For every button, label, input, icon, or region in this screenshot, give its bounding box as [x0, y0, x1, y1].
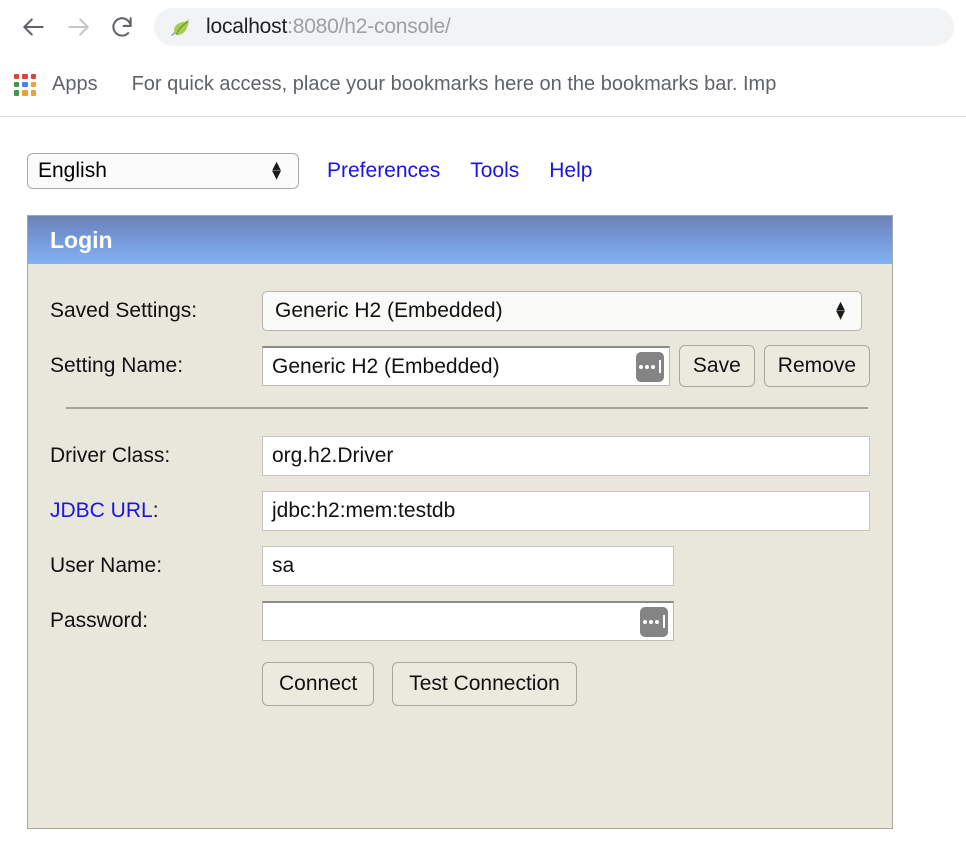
autofill-caret — [663, 615, 665, 628]
test-connection-button[interactable]: Test Connection — [392, 662, 577, 706]
panel-title: Login — [50, 226, 113, 253]
autofill-caret — [658, 360, 661, 373]
user-name-value: sa — [272, 554, 295, 577]
arrow-left-icon — [21, 14, 47, 40]
setting-name-label: Setting Name: — [50, 354, 184, 377]
apps-dot — [22, 81, 28, 88]
url-text: localhost:8080/h2-console/ — [206, 15, 451, 39]
language-select[interactable]: English ▲ ▼ — [27, 153, 299, 189]
url-host: localhost — [206, 14, 288, 38]
setting-name-input[interactable]: Generic H2 (Embedded) — [262, 346, 670, 386]
autofill-dot — [649, 619, 653, 624]
back-button[interactable] — [12, 5, 56, 49]
nav-link-help[interactable]: Help — [549, 159, 592, 183]
spring-leaf-favicon — [170, 16, 192, 38]
bookmarks-bar: Apps For quick access, place your bookma… — [0, 53, 966, 117]
apps-dot — [30, 73, 36, 79]
nav-link-preferences[interactable]: Preferences — [327, 159, 440, 183]
address-bar[interactable]: localhost:8080/h2-console/ — [154, 7, 954, 46]
autofill-dot — [655, 619, 659, 624]
setting-name-value: Generic H2 (Embedded) — [272, 354, 500, 378]
nav-link-tools[interactable]: Tools — [470, 159, 519, 183]
reload-button[interactable] — [100, 5, 144, 49]
jdbc-url-input[interactable]: jdbc:h2:mem:testdb — [262, 491, 870, 531]
apps-dot — [22, 90, 28, 96]
jdbc-url-value: jdbc:h2:mem:testdb — [272, 499, 456, 522]
jdbc-url-label-colon: : — [152, 499, 159, 522]
password-label: Password: — [50, 609, 149, 632]
apps-label[interactable]: Apps — [52, 73, 98, 96]
driver-class-value: org.h2.Driver — [272, 444, 394, 467]
reload-icon — [109, 14, 135, 40]
saved-settings-label: Saved Settings: — [50, 299, 198, 322]
user-name-input[interactable]: sa — [262, 546, 674, 586]
form-divider — [66, 407, 868, 409]
password-row: Password: — [50, 600, 870, 642]
url-path: :8080/h2-console/ — [287, 14, 451, 38]
forward-button[interactable] — [56, 5, 100, 49]
login-actions: Connect Test Connection — [50, 662, 870, 706]
h2-topbar: English ▲ ▼ Preferences Tools Help — [0, 117, 966, 189]
apps-dot — [14, 90, 20, 96]
autofill-dot — [650, 364, 655, 369]
password-input[interactable] — [262, 601, 674, 641]
h2-nav-links: Preferences Tools Help — [327, 159, 622, 183]
remove-button[interactable]: Remove — [763, 345, 870, 387]
stepper-arrows-icon: ▲ ▼ — [833, 297, 848, 324]
apps-dot — [14, 73, 20, 79]
login-panel-header: Login — [28, 216, 892, 264]
autofill-icon[interactable] — [640, 606, 668, 637]
driver-class-row: Driver Class: org.h2.Driver — [50, 435, 870, 477]
user-name-label: User Name: — [50, 554, 163, 577]
autofill-dot — [644, 364, 649, 369]
apps-dot — [14, 81, 20, 88]
user-name-row: User Name: sa — [50, 545, 870, 587]
apps-grid-icon[interactable] — [14, 73, 36, 96]
apps-dot — [30, 81, 36, 88]
arrow-right-icon — [65, 14, 91, 40]
setting-name-row: Setting Name: Generic H2 (Embedded) Save… — [50, 345, 870, 387]
saved-settings-value: Generic H2 (Embedded) — [275, 299, 503, 322]
login-form: Saved Settings: Generic H2 (Embedded) ▲ ▼… — [28, 264, 892, 706]
apps-dot — [22, 73, 28, 79]
saved-settings-row: Saved Settings: Generic H2 (Embedded) ▲ ▼ — [50, 290, 870, 332]
jdbc-url-help-link[interactable]: JDBC URL — [50, 499, 153, 522]
save-button[interactable]: Save — [678, 345, 755, 387]
login-panel: Login Saved Settings: Generic H2 (Embedd… — [27, 215, 893, 829]
stepper-arrows-icon: ▲ ▼ — [269, 157, 284, 184]
driver-class-label: Driver Class: — [50, 444, 171, 467]
page-content: English ▲ ▼ Preferences Tools Help Login … — [0, 117, 966, 850]
browser-toolbar: localhost:8080/h2-console/ — [0, 0, 966, 53]
jdbc-url-label: JDBC URL: — [50, 499, 262, 523]
autofill-dot — [638, 364, 643, 369]
driver-class-input[interactable]: org.h2.Driver — [262, 436, 870, 476]
connect-button[interactable]: Connect — [262, 662, 375, 706]
bookmarks-hint: For quick access, place your bookmarks h… — [131, 73, 777, 95]
apps-dot — [30, 90, 36, 96]
autofill-icon[interactable] — [635, 351, 664, 382]
autofill-dot — [643, 619, 647, 624]
saved-settings-select[interactable]: Generic H2 (Embedded) ▲ ▼ — [262, 291, 862, 331]
language-select-value: English — [38, 159, 107, 182]
jdbc-url-row: JDBC URL: jdbc:h2:mem:testdb — [50, 490, 870, 532]
